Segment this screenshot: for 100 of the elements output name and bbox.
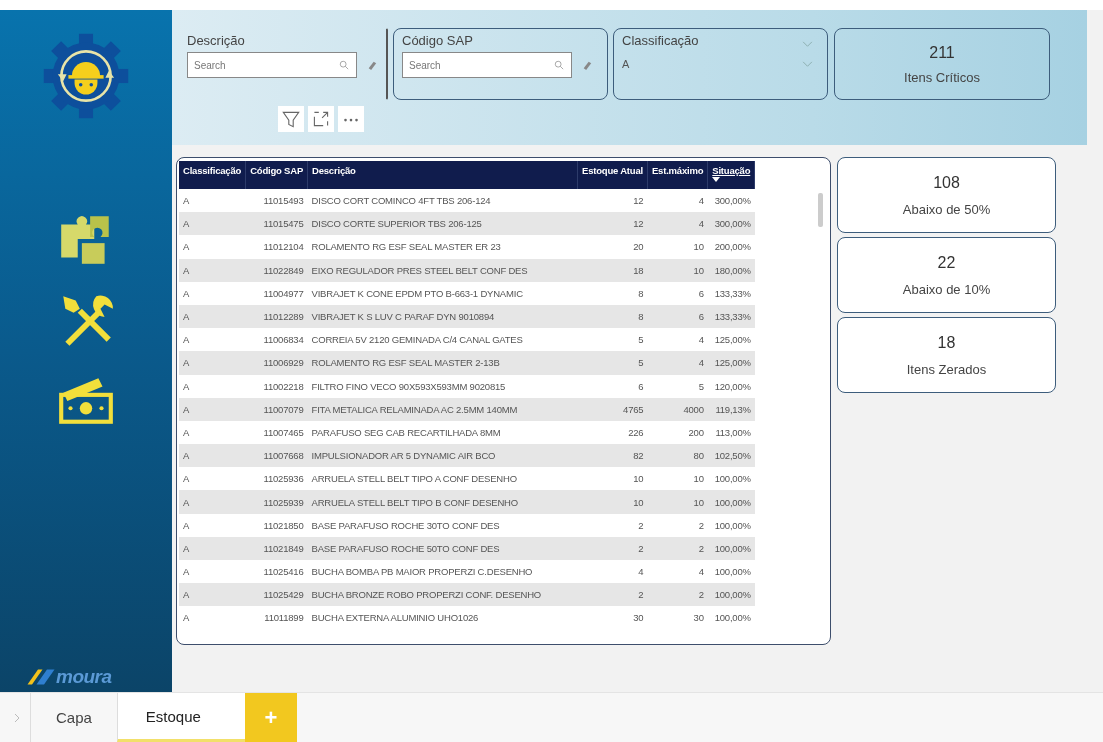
table-cell: A: [179, 374, 246, 398]
search-icon: [554, 60, 564, 70]
table-cell: 6: [647, 304, 708, 329]
filter-label: Código SAP: [402, 33, 473, 48]
column-header[interactable]: Classificação: [179, 161, 246, 189]
table-cell: 11007668: [245, 444, 308, 468]
table-cell: A: [179, 536, 246, 560]
eraser-icon[interactable]: [582, 60, 592, 70]
table-cell: VIBRAJET K S LUV C PARAF DYN 9010894: [307, 304, 578, 329]
table-cell: 8: [577, 281, 648, 305]
table-cell: FILTRO FINO VECO 90X593X593MM 9020815: [307, 374, 578, 398]
table-cell: 4765: [577, 397, 648, 421]
table-cell: 4000: [647, 397, 708, 421]
search-field[interactable]: Search: [402, 52, 572, 78]
table-cell: 125,00%: [707, 328, 755, 352]
page-tab[interactable]: Estoque: [116, 693, 245, 742]
table-cell: 11006929: [245, 351, 308, 375]
table-cell: 11007465: [245, 420, 308, 445]
focus-mode-icon[interactable]: [308, 106, 334, 132]
gear-helmet-icon: [42, 32, 130, 120]
table-cell: 82: [577, 444, 648, 468]
kpi-label: Abaixo de 10%: [902, 281, 991, 297]
table-cell: 100,00%: [707, 513, 755, 537]
kpi-value: 22: [937, 253, 956, 272]
table-cell: 10: [647, 490, 708, 514]
table-cell: 11015493: [245, 189, 308, 213]
scroll-left-icon[interactable]: [14, 712, 20, 723]
table-cell: 200: [647, 420, 708, 445]
table-cell: 125,00%: [707, 351, 755, 375]
table-cell: A: [179, 583, 246, 607]
table-cell: 120,00%: [707, 374, 755, 398]
table-cell: BUCHA BOMBA PB MAIOR PROPERZI C.DESENHO: [307, 560, 578, 584]
table-cell: 10: [647, 258, 708, 282]
table-cell: 6: [647, 281, 708, 305]
table-cell: 100,00%: [707, 467, 755, 491]
column-header[interactable]: Descrição: [307, 161, 578, 189]
table-cell: 11015475: [245, 212, 308, 236]
table-cell: 5: [577, 328, 648, 352]
table-cell: 11007079: [245, 397, 308, 421]
kpi-value: 108: [933, 173, 960, 192]
table-cell: 100,00%: [707, 536, 755, 560]
table-cell: 226: [577, 420, 648, 445]
table-cell: VIBRAJET K CONE EPDM PTO B-663-1 DYNAMIC: [307, 281, 578, 305]
table-cell: 2: [647, 513, 708, 537]
search-field[interactable]: Search: [187, 52, 357, 78]
table-cell: A: [179, 467, 246, 491]
table-cell: A: [179, 328, 246, 352]
table-cell: 11025416: [245, 560, 308, 584]
table-cell: 4: [647, 560, 708, 584]
table-cell: A: [179, 513, 246, 537]
chevron-icon[interactable]: [802, 41, 813, 48]
table-cell: 11025939: [245, 490, 308, 514]
table-cell: 6: [577, 374, 648, 398]
kpi-value: 211: [929, 43, 955, 62]
kpi-label: Itens Críticos: [904, 69, 980, 85]
column-header[interactable]: Código SAP: [245, 161, 308, 189]
table-cell: DISCO CORTE SUPERIOR TBS 206-125: [307, 212, 578, 236]
table-cell: PARAFUSO SEG CAB RECARTILHADA 8MM: [307, 420, 578, 445]
table-cell: BASE PARAFUSO ROCHE 50TO CONF DES: [307, 536, 578, 560]
table-cell: 2: [647, 536, 708, 560]
table-cell: A: [179, 258, 246, 282]
brand-logo-icon: [26, 667, 56, 688]
table-cell: 11025429: [245, 583, 308, 607]
eraser-icon[interactable]: [367, 60, 377, 70]
search-icon: [339, 60, 349, 70]
filter-icon[interactable]: [278, 106, 304, 132]
table-cell: A: [179, 490, 246, 514]
table-cell: BUCHA BRONZE ROBO PROPERZI CONF. DESENHO: [307, 583, 578, 607]
table-cell: 11025936: [245, 467, 308, 491]
filter-label: Classificação: [622, 33, 699, 48]
table-cell: 10: [577, 490, 648, 514]
table-cell: 2: [577, 536, 648, 560]
table-cell: 11021850: [245, 513, 308, 537]
table-cell: 100,00%: [707, 583, 755, 607]
dropdown[interactable]: A: [622, 58, 819, 70]
brand-logo-text: moura: [56, 666, 112, 689]
column-header[interactable]: Estoque Atual: [577, 161, 648, 189]
table-cell: 11022849: [245, 258, 308, 282]
table-cell: 4: [647, 212, 708, 236]
table-cell: 18: [577, 258, 648, 282]
column-header[interactable]: Est.máximo: [647, 161, 708, 189]
table-cell: 133,33%: [707, 281, 755, 305]
column-header[interactable]: Situação: [707, 161, 755, 189]
table-cell: 2: [577, 583, 648, 607]
table-cell: DISCO CORT COMINCO 4FT TBS 206-124: [307, 189, 578, 213]
table-cell: A: [179, 212, 246, 236]
table-cell: A: [179, 235, 246, 259]
table-cell: 10: [577, 467, 648, 491]
more-options-icon[interactable]: [338, 106, 364, 132]
table-cell: 100,00%: [707, 490, 755, 514]
table-cell: 11002218: [245, 374, 308, 398]
table-cell: 10: [647, 467, 708, 491]
table-cell: 2: [577, 513, 648, 537]
table-cell: 200,00%: [707, 235, 755, 259]
table-cell: 11011899: [245, 606, 308, 630]
table-cell: 119,13%: [707, 397, 755, 421]
table-cell: IMPULSIONADOR AR 5 DYNAMIC AIR BCO: [307, 444, 578, 468]
table-cell: 8: [577, 304, 648, 329]
table-cell: 30: [577, 606, 648, 630]
table-cell: 12: [577, 212, 648, 236]
